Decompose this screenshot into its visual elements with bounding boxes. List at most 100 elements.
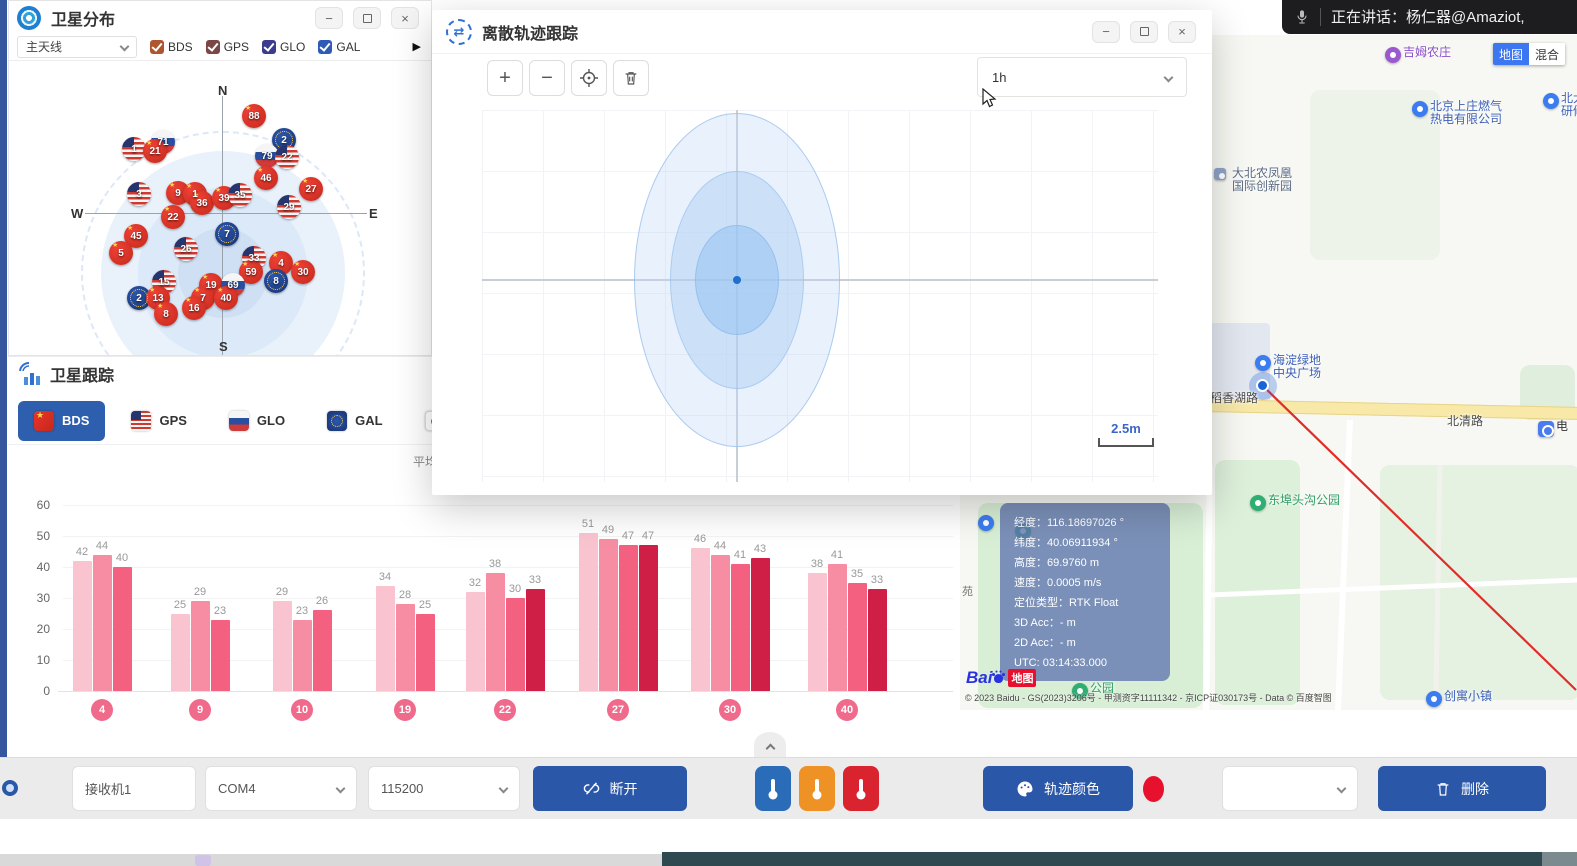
track-color-indicator[interactable] [1143,776,1164,802]
clear-track-button[interactable] [613,60,649,96]
checkbox-checked-icon[interactable] [318,40,332,54]
map-pin-吉姆农庄[interactable] [1385,47,1401,63]
chevron-down-icon [120,42,130,52]
tab-glo[interactable]: GLO [213,401,301,441]
center-target-button[interactable] [571,60,607,96]
system-checkbox-gps[interactable]: GPS [206,40,249,54]
titlebar[interactable]: ⇄ 离散轨迹跟踪 − × [432,10,1212,54]
collapse-toolbar-button[interactable] [754,732,786,758]
maximize-button[interactable] [353,7,381,29]
gridline [63,505,953,506]
y-axis-tick: 10 [16,653,50,667]
map-pin-unlabeled[interactable] [978,515,994,531]
checkbox-checked-icon[interactable] [150,40,164,54]
y-axis-tick: 20 [16,622,50,636]
satellite-bds-88: 88 [242,104,266,128]
baud-rate-select[interactable]: 115200 [368,766,520,811]
bds-flag-icon [34,411,54,431]
bar-value-label: 33 [862,574,892,586]
delete-button[interactable]: 删除 [1378,766,1546,811]
system-checkbox-glo[interactable]: GLO [262,40,305,54]
left-accent-strip [0,0,7,757]
prn-axis-label: 30 [719,699,741,721]
close-button[interactable]: × [1168,21,1196,43]
toggle-hybrid-mode[interactable]: 混合 [1529,43,1565,65]
checkbox-label: GLO [280,40,305,54]
map-layer-toggle[interactable]: 地图 混合 [1493,43,1565,65]
map-label: 大北农凤凰国际创新园 [1232,167,1292,193]
popup-row: 2D Acc：- m [1014,633,1170,653]
satellite-gal-7: 7 [215,222,239,246]
compass-w: W [71,206,83,221]
thermometer-button-red[interactable] [843,766,879,811]
map-label: 吉姆农庄 [1403,46,1451,59]
popup-row: 高度：69.9760 m [1014,553,1170,573]
thermometer-button-orange[interactable] [799,766,835,811]
chevron-down-icon [1164,72,1174,82]
system-checkbox-gal[interactable]: GAL [318,40,360,54]
satellite-tracking-icon [16,361,42,387]
map-pin-大北农凤凰[interactable] [1214,168,1226,180]
map-label: 电 [1556,420,1568,433]
snr-bar [808,573,827,691]
zoom-in-button[interactable]: + [487,60,523,96]
tab-gal[interactable]: GAL [311,401,398,441]
thermometer-button-blue[interactable] [755,766,791,811]
satellite-distribution-icon [17,6,41,30]
chevron-down-icon [1337,784,1347,794]
tab-bds[interactable]: BDS [18,401,105,441]
map-pin-电[interactable] [1538,421,1554,437]
duration-select[interactable]: 1h [977,57,1187,97]
panel-title: 卫星跟踪 [50,362,114,386]
antenna-select[interactable]: 主天线 [17,36,137,58]
prn-axis-label: 27 [607,699,629,721]
map-label: 北大研修 [1561,92,1577,118]
tab-gps[interactable]: GPS [115,401,202,441]
bar-value-label: 23 [205,605,235,617]
snr-bar [639,545,658,691]
map-pin-北大[interactable] [1543,93,1559,109]
popup-row: 定位类型：RTK Float [1014,593,1170,613]
track-select-empty[interactable] [1222,766,1358,811]
disconnect-button[interactable]: 断开 [533,766,687,811]
bottom-strip-end [1542,852,1577,866]
mouse-cursor [980,88,1000,110]
satellite-bds-8: 8 [154,302,178,326]
com-port-select[interactable]: COM4 [205,766,357,811]
zoom-out-button[interactable]: − [529,60,565,96]
checkbox-checked-icon[interactable] [206,40,220,54]
track-color-button[interactable]: 轨迹颜色 [983,766,1133,811]
y-axis-tick: 40 [16,560,50,574]
receiver-name-input[interactable]: 接收机1 [72,766,196,811]
map-pin-海淀绿地[interactable] [1255,355,1271,371]
thermometer-icon [766,777,780,801]
toggle-map-mode[interactable]: 地图 [1493,43,1529,65]
target-icon [580,69,598,87]
snr-bar [396,604,415,691]
meeting-speaker-overlay: 正在讲话：杨仁器@Amaziot, [1282,0,1577,34]
close-button[interactable]: × [391,7,419,29]
compass-s: S [219,339,228,354]
titlebar[interactable]: 卫星分布 − × [9,1,431,35]
snr-bar [313,610,332,691]
system-checkbox-bds[interactable]: BDS [150,40,193,54]
receiver-radio[interactable] [2,780,18,796]
more-systems-arrow[interactable]: ▶ [413,40,421,53]
snr-bar [416,614,435,692]
baidu-logo: Bai 地图 [966,668,1036,688]
taskbar-app-icon [195,855,211,866]
checkbox-checked-icon[interactable] [262,40,276,54]
maximize-button[interactable] [1130,21,1158,43]
map-pin-东埠头沟公园[interactable] [1250,495,1266,511]
x-axis-line [58,691,953,692]
satellite-gal-2: 2 [127,286,151,310]
map-pin-创寓小镇[interactable] [1426,691,1442,707]
minimize-button[interactable]: − [315,7,343,29]
window-title: 离散轨迹跟踪 [482,20,578,44]
minimize-button[interactable]: − [1092,21,1120,43]
microphone-icon [1294,8,1310,26]
snr-bar [171,614,190,692]
map-pin-北京上庄燃气[interactable] [1412,101,1428,117]
track-plot[interactable] [482,110,1158,482]
satellite-bds-22: 22 [161,205,185,229]
